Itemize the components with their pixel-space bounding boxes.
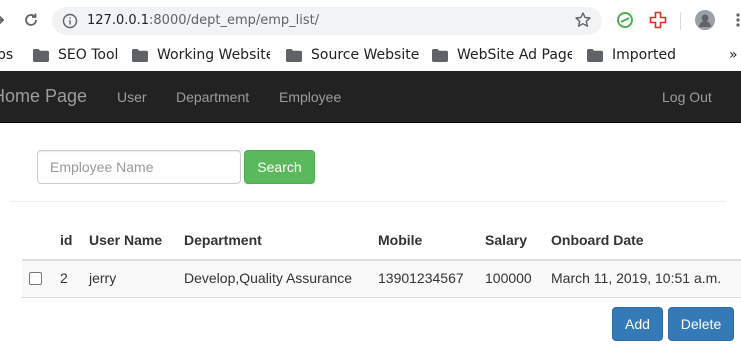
bookmark-source-website[interactable]: Source Website bbox=[286, 45, 421, 65]
column-header-salary: Salary bbox=[485, 232, 528, 248]
logout-link[interactable]: Log Out bbox=[662, 89, 712, 105]
browser-menu-icon[interactable] bbox=[728, 10, 741, 30]
browser-toolbar: 127.0.0.1:8000/dept_emp/emp_list/ bbox=[0, 0, 741, 40]
bookmark-label: SEO Tool bbox=[58, 47, 119, 63]
bookmark-label: ps bbox=[0, 47, 14, 63]
cell-id: 2 bbox=[60, 270, 68, 286]
folder-icon bbox=[432, 48, 448, 62]
table-bottom-rule bbox=[22, 297, 741, 298]
forward-arrow-icon[interactable] bbox=[0, 10, 8, 30]
extension-green-icon[interactable] bbox=[615, 10, 635, 30]
info-icon[interactable] bbox=[62, 13, 78, 29]
search-button[interactable]: Search bbox=[244, 150, 315, 184]
url-host: 127.0.0.1 bbox=[87, 13, 150, 28]
extension-red-cross-icon[interactable] bbox=[648, 10, 668, 30]
bookmark-label: Imported bbox=[612, 47, 676, 63]
column-header-mobile: Mobile bbox=[378, 232, 423, 248]
column-header-username: User Name bbox=[89, 232, 163, 248]
cell-department: Develop,Quality Assurance bbox=[184, 270, 353, 286]
bookmark-star-icon[interactable] bbox=[574, 11, 592, 29]
url-path: :8000/dept_emp/emp_list/ bbox=[149, 13, 320, 28]
address-bar[interactable]: 127.0.0.1:8000/dept_emp/emp_list/ bbox=[52, 7, 602, 35]
column-header-department: Department bbox=[184, 232, 262, 248]
cell-username: jerry bbox=[89, 270, 117, 286]
cell-mobile: 13901234567 bbox=[378, 270, 464, 286]
cell-onboard-date: March 11, 2019, 10:51 a.m. bbox=[551, 270, 722, 286]
delete-button[interactable]: Delete bbox=[668, 307, 734, 341]
employee-name-search-input[interactable] bbox=[37, 150, 241, 184]
url-text[interactable]: 127.0.0.1:8000/dept_emp/emp_list/ bbox=[87, 13, 319, 28]
folder-icon bbox=[33, 48, 49, 62]
overflow-chevron-icon: » bbox=[729, 47, 738, 63]
bookmark-label: Working Website bbox=[157, 47, 270, 63]
bookmark-label: Source Website bbox=[311, 47, 420, 63]
column-header-id: id bbox=[60, 232, 73, 248]
bookmark-working-website[interactable]: Working Website bbox=[132, 45, 270, 65]
folder-icon bbox=[587, 48, 603, 62]
navbar-brand-link[interactable]: Home Page bbox=[0, 86, 87, 107]
bookmark-seo-tool[interactable]: SEO Tool bbox=[33, 45, 148, 65]
column-header-onboard-date: Onboard Date bbox=[551, 232, 644, 248]
bookmark-apps[interactable]: ps bbox=[0, 45, 27, 65]
section-divider bbox=[10, 201, 726, 202]
folder-icon bbox=[132, 48, 148, 62]
nav-link-employee[interactable]: Employee bbox=[279, 89, 341, 105]
app-navbar: Home Page User Department Employee Log O… bbox=[0, 71, 741, 123]
nav-link-user[interactable]: User bbox=[117, 89, 147, 105]
nav-link-department[interactable]: Department bbox=[176, 89, 249, 105]
bookmark-website-ad-page[interactable]: WebSite Ad Page bbox=[432, 45, 572, 65]
row-select-checkbox[interactable] bbox=[29, 272, 42, 285]
cell-salary: 100000 bbox=[485, 270, 532, 286]
reload-icon[interactable] bbox=[21, 10, 41, 30]
bookmarks-overflow-button[interactable]: » bbox=[729, 45, 741, 65]
add-button[interactable]: Add bbox=[612, 307, 663, 341]
bookmarks-bar: ps SEO Tool Working Website Source Websi… bbox=[0, 40, 741, 71]
bookmark-imported[interactable]: Imported bbox=[587, 45, 687, 65]
folder-icon bbox=[286, 48, 302, 62]
profile-avatar-icon[interactable] bbox=[695, 10, 715, 30]
bookmark-label: WebSite Ad Page bbox=[457, 47, 572, 63]
toolbar-separator bbox=[680, 12, 681, 30]
